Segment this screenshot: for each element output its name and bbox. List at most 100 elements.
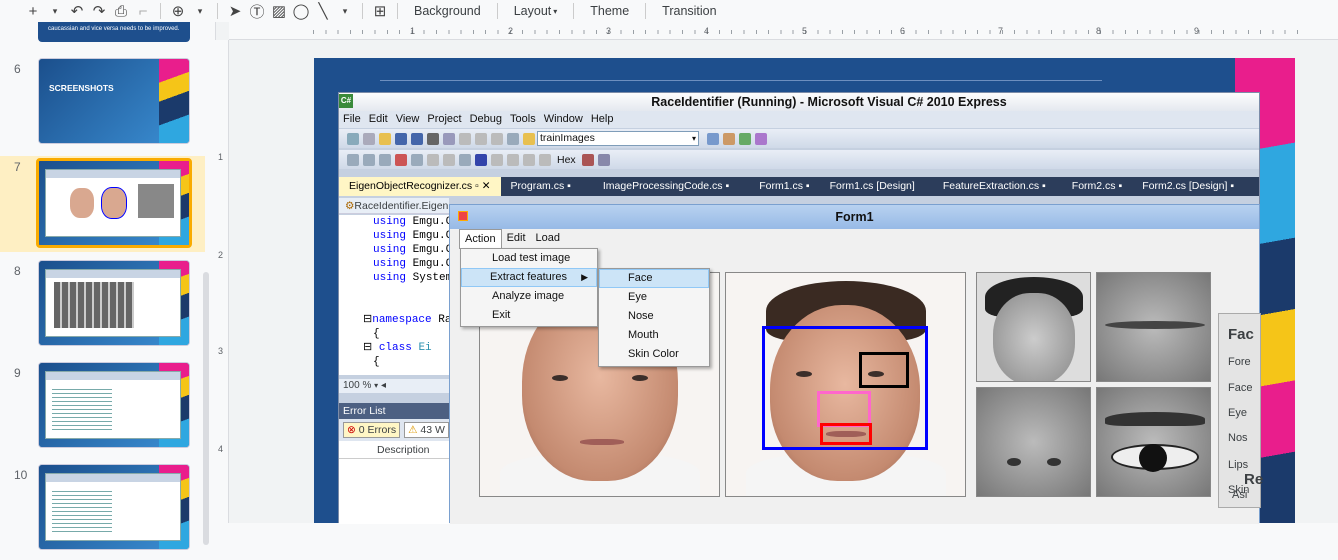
font-icon[interactable] (395, 153, 407, 166)
vs-menu-edit[interactable]: Edit (365, 111, 392, 128)
select-icon[interactable]: ➤ (224, 1, 246, 21)
error-list-grid[interactable]: Description (339, 441, 449, 524)
tab-form2-design[interactable]: Form2.cs [Design] ▪ (1132, 177, 1244, 196)
scroll-left-icon[interactable]: ◂ (381, 380, 386, 391)
debug-icon[interactable] (347, 153, 359, 166)
outdent-icon[interactable] (443, 153, 455, 166)
comment-icon[interactable]: ⊞ (369, 1, 391, 21)
collapse-icon[interactable]: ⊟ (363, 314, 372, 326)
transition-button[interactable]: Transition (652, 1, 726, 21)
slide-thumb-9[interactable] (38, 362, 190, 448)
menu-item-eye[interactable]: Eye (599, 288, 709, 307)
slide-row-10[interactable]: 10 (0, 464, 205, 560)
step-icon[interactable] (539, 153, 551, 166)
error-list-column-header[interactable]: Description (339, 441, 449, 459)
slide-thumb-8[interactable] (38, 260, 190, 346)
tab-form1[interactable]: Form1.cs ▪ (749, 177, 819, 196)
warnings-filter-button[interactable]: ⚠ 43 W (404, 422, 449, 438)
config-combo[interactable]: trainImages ▾ (537, 131, 699, 146)
paste-icon[interactable] (459, 132, 471, 145)
slide-row-6[interactable]: 6 SCREENSHOTS (0, 58, 205, 154)
open-icon[interactable] (379, 132, 391, 145)
find-in-files-icon[interactable] (707, 132, 719, 145)
step-icon[interactable] (523, 153, 535, 166)
zoom-control[interactable]: 100 % ▾ ◂ (339, 379, 449, 393)
vs-menu-file[interactable]: File (339, 111, 365, 128)
debug-icon[interactable] (363, 153, 375, 166)
collapse-icon[interactable]: ⊟ (363, 342, 372, 354)
vs-menu-debug[interactable]: Debug (466, 111, 506, 128)
vs-menu-tools[interactable]: Tools (506, 111, 540, 128)
vertical-ruler[interactable]: 1 2 3 4 (215, 40, 229, 523)
menu-item-analyze-image[interactable]: Analyze image (461, 287, 597, 306)
menu-edit[interactable]: Edit (502, 229, 531, 249)
slide-row-9[interactable]: 9 (0, 362, 205, 458)
cut-icon[interactable] (427, 132, 439, 145)
redo-icon[interactable]: ↷ (88, 1, 110, 21)
breakpoint-icon[interactable] (581, 153, 594, 166)
find-icon[interactable] (523, 132, 535, 145)
toolbox-icon[interactable] (755, 132, 767, 145)
slide-thumb-10[interactable] (38, 464, 190, 550)
paint-format-icon[interactable]: ⌐ (132, 1, 154, 21)
image-icon[interactable]: ▨ (268, 1, 290, 21)
close-icon[interactable]: ✕ (482, 180, 491, 192)
play-icon[interactable] (459, 153, 471, 166)
menu-action[interactable]: Action (459, 229, 502, 249)
tab-program[interactable]: Program.cs ▪ (501, 177, 581, 196)
filmstrip-scrollbar[interactable] (203, 272, 209, 545)
stop-icon[interactable] (475, 153, 487, 166)
tab-form2[interactable]: Form2.cs ▪ (1062, 177, 1132, 196)
menu-item-skin-color[interactable]: Skin Color (599, 345, 709, 364)
slide-thumb-5[interactable]: caucassian and vice versa needs to be im… (38, 22, 190, 42)
print-icon[interactable]: ⎙ (110, 1, 132, 21)
copy-icon[interactable] (443, 132, 455, 145)
undo-icon[interactable] (475, 132, 487, 145)
zoom-dropdown-icon[interactable]: ▾ (189, 1, 211, 21)
save-icon[interactable] (395, 132, 407, 145)
indent-icon[interactable] (427, 153, 439, 166)
menu-item-mouth[interactable]: Mouth (599, 326, 709, 345)
debug-icon[interactable] (379, 153, 391, 166)
theme-button[interactable]: Theme (580, 1, 639, 21)
slide-row-7[interactable]: 7 (0, 156, 205, 252)
menu-load[interactable]: Load (531, 229, 565, 249)
add-item-icon[interactable] (363, 132, 375, 145)
slide-row-8[interactable]: 8 (0, 260, 205, 356)
vs-menu-help[interactable]: Help (587, 111, 618, 128)
background-button[interactable]: Background (404, 1, 491, 21)
shape-icon[interactable]: ◯ (290, 1, 312, 21)
properties-icon[interactable] (739, 132, 751, 145)
menu-item-load-test-image[interactable]: Load test image (461, 249, 597, 268)
undo-icon[interactable]: ↶ (66, 1, 88, 21)
window-icon[interactable] (597, 153, 610, 166)
slide-thumb-7[interactable] (36, 158, 192, 248)
menu-item-extract-features[interactable]: Extract features ▶ (461, 268, 597, 287)
solution-explorer-icon[interactable] (723, 132, 735, 145)
step-icon[interactable] (507, 153, 519, 166)
line-dropdown-icon[interactable]: ▾ (334, 1, 356, 21)
layout-button[interactable]: Layout ▾ (504, 1, 568, 21)
horizontal-ruler[interactable]: 1 2 3 4 5 6 7 8 9 (229, 22, 1338, 40)
new-project-icon[interactable] (347, 132, 359, 145)
redo-icon[interactable] (491, 132, 503, 145)
tab-form1-design[interactable]: Form1.cs [Design] (820, 177, 925, 196)
add-icon[interactable]: + (22, 1, 44, 21)
debug-icon[interactable] (411, 153, 423, 166)
save-all-icon[interactable] (411, 132, 423, 145)
errors-filter-button[interactable]: ⊗ 0 Errors (343, 422, 401, 438)
menu-item-exit[interactable]: Exit (461, 306, 597, 325)
slide-thumb-6[interactable]: SCREENSHOTS (38, 58, 190, 144)
tab-imageprocessingcode[interactable]: ImageProcessingCode.cs ▪ (593, 177, 739, 196)
hex-button[interactable]: Hex (557, 154, 576, 166)
tab-eigenobjectrecognizer[interactable]: EigenObjectRecognizer.cs ▫ ✕ (339, 177, 501, 196)
vs-menu-project[interactable]: Project (423, 111, 465, 128)
form1-window[interactable]: Form1 Action Edit Load Fac Fore Face Eye… (449, 204, 1263, 524)
start-icon[interactable] (507, 132, 519, 145)
tab-featureextraction[interactable]: FeatureExtraction.cs ▪ (933, 177, 1056, 196)
vs-menu-window[interactable]: Window (540, 111, 587, 128)
dropdown-icon[interactable]: ▾ (44, 1, 66, 21)
textbox-icon[interactable]: Ⓣ (246, 1, 268, 21)
vs-nav-bar[interactable]: ⚙RaceIdentifier.Eigen (339, 198, 449, 214)
menu-item-nose[interactable]: Nose (599, 307, 709, 326)
